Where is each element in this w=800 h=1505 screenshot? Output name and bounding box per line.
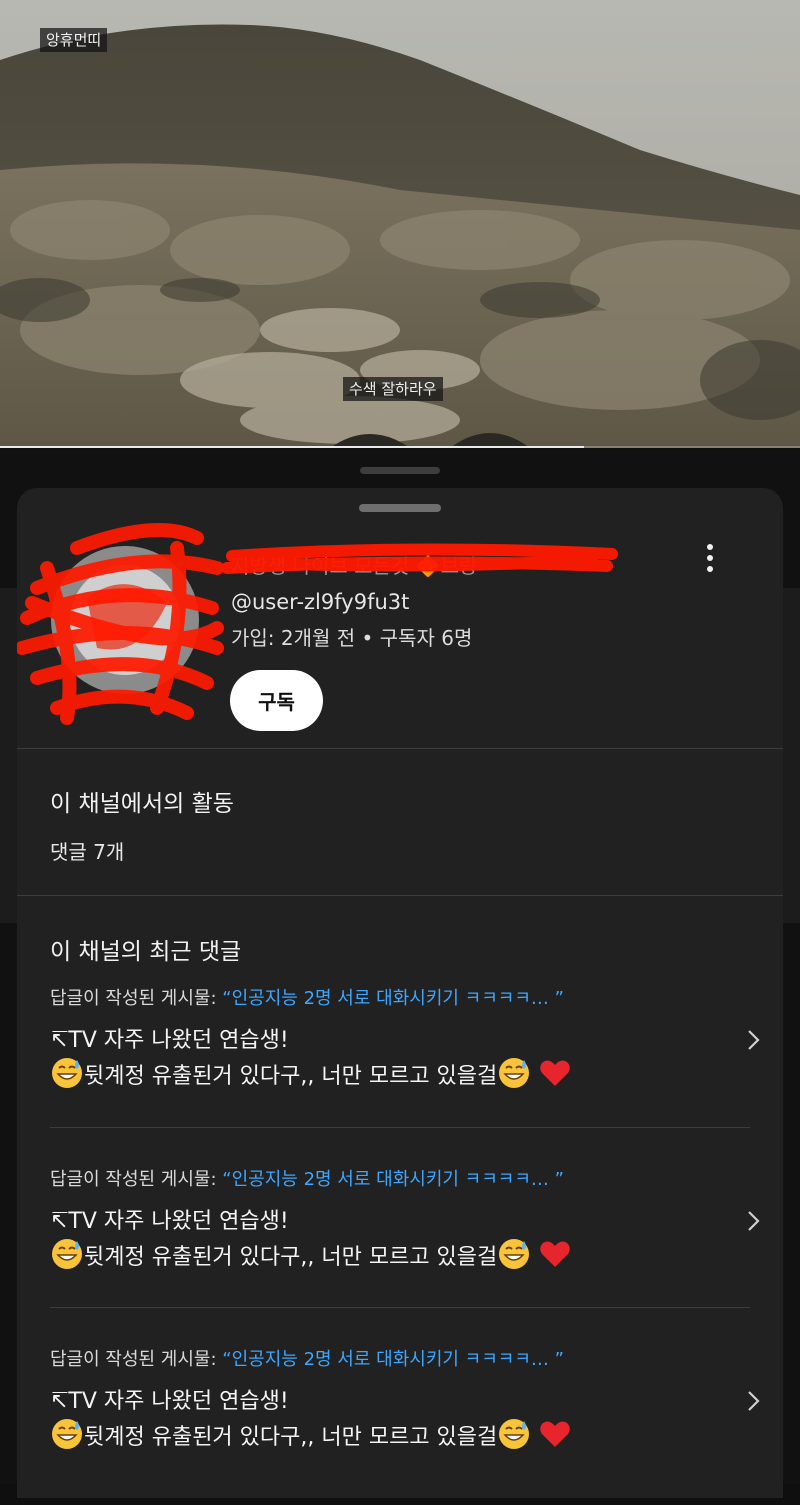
- chevron-right-icon: [748, 1391, 760, 1411]
- reply-prefix: 답글이 작성된 게시물:: [50, 988, 223, 1009]
- reply-context: 답글이 작성된 게시물: “인공지능 2명 서로 대화시키기 ㅋㅋㅋㅋ… ”: [50, 984, 564, 1010]
- channel-meta: 가입: 2개월 전 • 구독자 6명: [231, 626, 473, 650]
- more-options-button[interactable]: [693, 536, 727, 580]
- divider: [50, 1307, 750, 1308]
- comment-line-text: 뒷계정 유출된거 있다구,, 너만 모르고 있을걸: [84, 1425, 498, 1450]
- more-vert-dot: [707, 566, 713, 572]
- post-title-link[interactable]: “인공지능 2명 서로 대화시키기 ㅋㅋㅋㅋ… ”: [222, 988, 564, 1009]
- divider: [17, 895, 783, 896]
- redacted-avatar-scribble: [15, 523, 224, 725]
- grinning-sweat-emoji: [499, 1419, 530, 1449]
- activity-title: 이 채널에서의 활동: [50, 791, 234, 817]
- video-progress-bar[interactable]: [0, 446, 800, 448]
- comment-line: ↸TV 자주 나왔던 연습생!: [50, 1028, 289, 1053]
- video-player[interactable]: 앙휴먼띠 수색 잘하라우: [0, 0, 800, 448]
- chevron-right-icon: [748, 1211, 760, 1231]
- comment-line: 뒷계정 유출된거 있다구,, 너만 모르고 있을걸: [50, 1237, 572, 1273]
- comment-line: 뒷계정 유출된거 있다구,, 너만 모르고 있을걸: [50, 1417, 572, 1453]
- channel-handle: @user-zl9fy9fu3t: [231, 590, 410, 614]
- activity-comment-count: 댓글 7개: [50, 840, 125, 864]
- comment-line: 뒷계정 유출된거 있다구,, 너만 모르고 있을걸: [50, 1056, 572, 1092]
- grinning-sweat-emoji: [52, 1419, 82, 1449]
- comment-item[interactable]: 답글이 작성된 게시물: “인공지능 2명 서로 대화시키기 ㅋㅋㅋㅋ… ” ↸…: [50, 984, 770, 1144]
- grinning-sweat-emoji: [52, 1239, 82, 1269]
- redacted-name-scribble: [221, 543, 618, 574]
- post-title-link[interactable]: “인공지능 2명 서로 대화시키기 ㅋㅋㅋㅋ… ”: [222, 1349, 564, 1370]
- red-heart-emoji: [540, 1241, 571, 1267]
- reply-context: 답글이 작성된 게시물: “인공지능 2명 서로 대화시키기 ㅋㅋㅋㅋ… ”: [50, 1345, 564, 1371]
- comment-line-text: 뒷계정 유출된거 있다구,, 너만 모르고 있을걸: [84, 1064, 498, 1089]
- red-heart-emoji: [540, 1060, 571, 1086]
- chevron-right-icon: [748, 1030, 760, 1050]
- video-subtitle: 수색 잘하라우: [343, 377, 443, 401]
- recent-comments-title: 이 채널의 최근 댓글: [50, 939, 242, 965]
- divider: [17, 748, 783, 749]
- red-heart-emoji: [540, 1421, 571, 1447]
- grinning-sweat-emoji: [52, 1058, 82, 1088]
- channel-watermark: 앙휴먼띠: [40, 28, 108, 52]
- channel-info-sheet: 지방생 나이브 모든것 🔶브랑 @user-zl9fy9fu3t 가입: 2개월…: [15, 488, 783, 1498]
- more-vert-dot: [707, 555, 713, 561]
- divider: [50, 1127, 750, 1128]
- comment-line-text: 뒷계정 유출된거 있다구,, 너만 모르고 있을걸: [84, 1245, 498, 1270]
- comment-item[interactable]: 답글이 작성된 게시물: “인공지능 2명 서로 대화시키기 ㅋㅋㅋㅋ… ” ↸…: [50, 1165, 770, 1325]
- reply-prefix: 답글이 작성된 게시물:: [50, 1349, 223, 1370]
- comment-line: ↸TV 자주 나왔던 연습생!: [50, 1389, 289, 1414]
- more-vert-icon: [707, 544, 713, 550]
- comment-text: ↸TV 자주 나왔던 연습생! 뒷계정 유출된거 있다구,, 너만 모르고 있을…: [50, 1387, 572, 1453]
- sheet-drag-handle[interactable]: [359, 504, 441, 512]
- grinning-sweat-emoji: [499, 1058, 530, 1088]
- video-progress-fill: [0, 446, 584, 448]
- reply-context: 답글이 작성된 게시물: “인공지능 2명 서로 대화시키기 ㅋㅋㅋㅋ… ”: [50, 1165, 564, 1191]
- post-title-link[interactable]: “인공지능 2명 서로 대화시키기 ㅋㅋㅋㅋ… ”: [222, 1169, 564, 1190]
- avatar[interactable]: [15, 508, 237, 728]
- underlying-sheet-handle: [360, 467, 440, 474]
- comment-item[interactable]: 답글이 작성된 게시물: “인공지능 2명 서로 대화시키기 ㅋㅋㅋㅋ… ” ↸…: [50, 1345, 770, 1505]
- comment-line: ↸TV 자주 나왔던 연습생!: [50, 1209, 289, 1234]
- comment-text: ↸TV 자주 나왔던 연습생! 뒷계정 유출된거 있다구,, 너만 모르고 있을…: [50, 1026, 572, 1092]
- reply-prefix: 답글이 작성된 게시물:: [50, 1169, 223, 1190]
- grinning-sweat-emoji: [499, 1239, 530, 1269]
- comment-text: ↸TV 자주 나왔던 연습생! 뒷계정 유출된거 있다구,, 너만 모르고 있을…: [50, 1207, 572, 1273]
- subscribe-button[interactable]: 구독: [230, 670, 323, 731]
